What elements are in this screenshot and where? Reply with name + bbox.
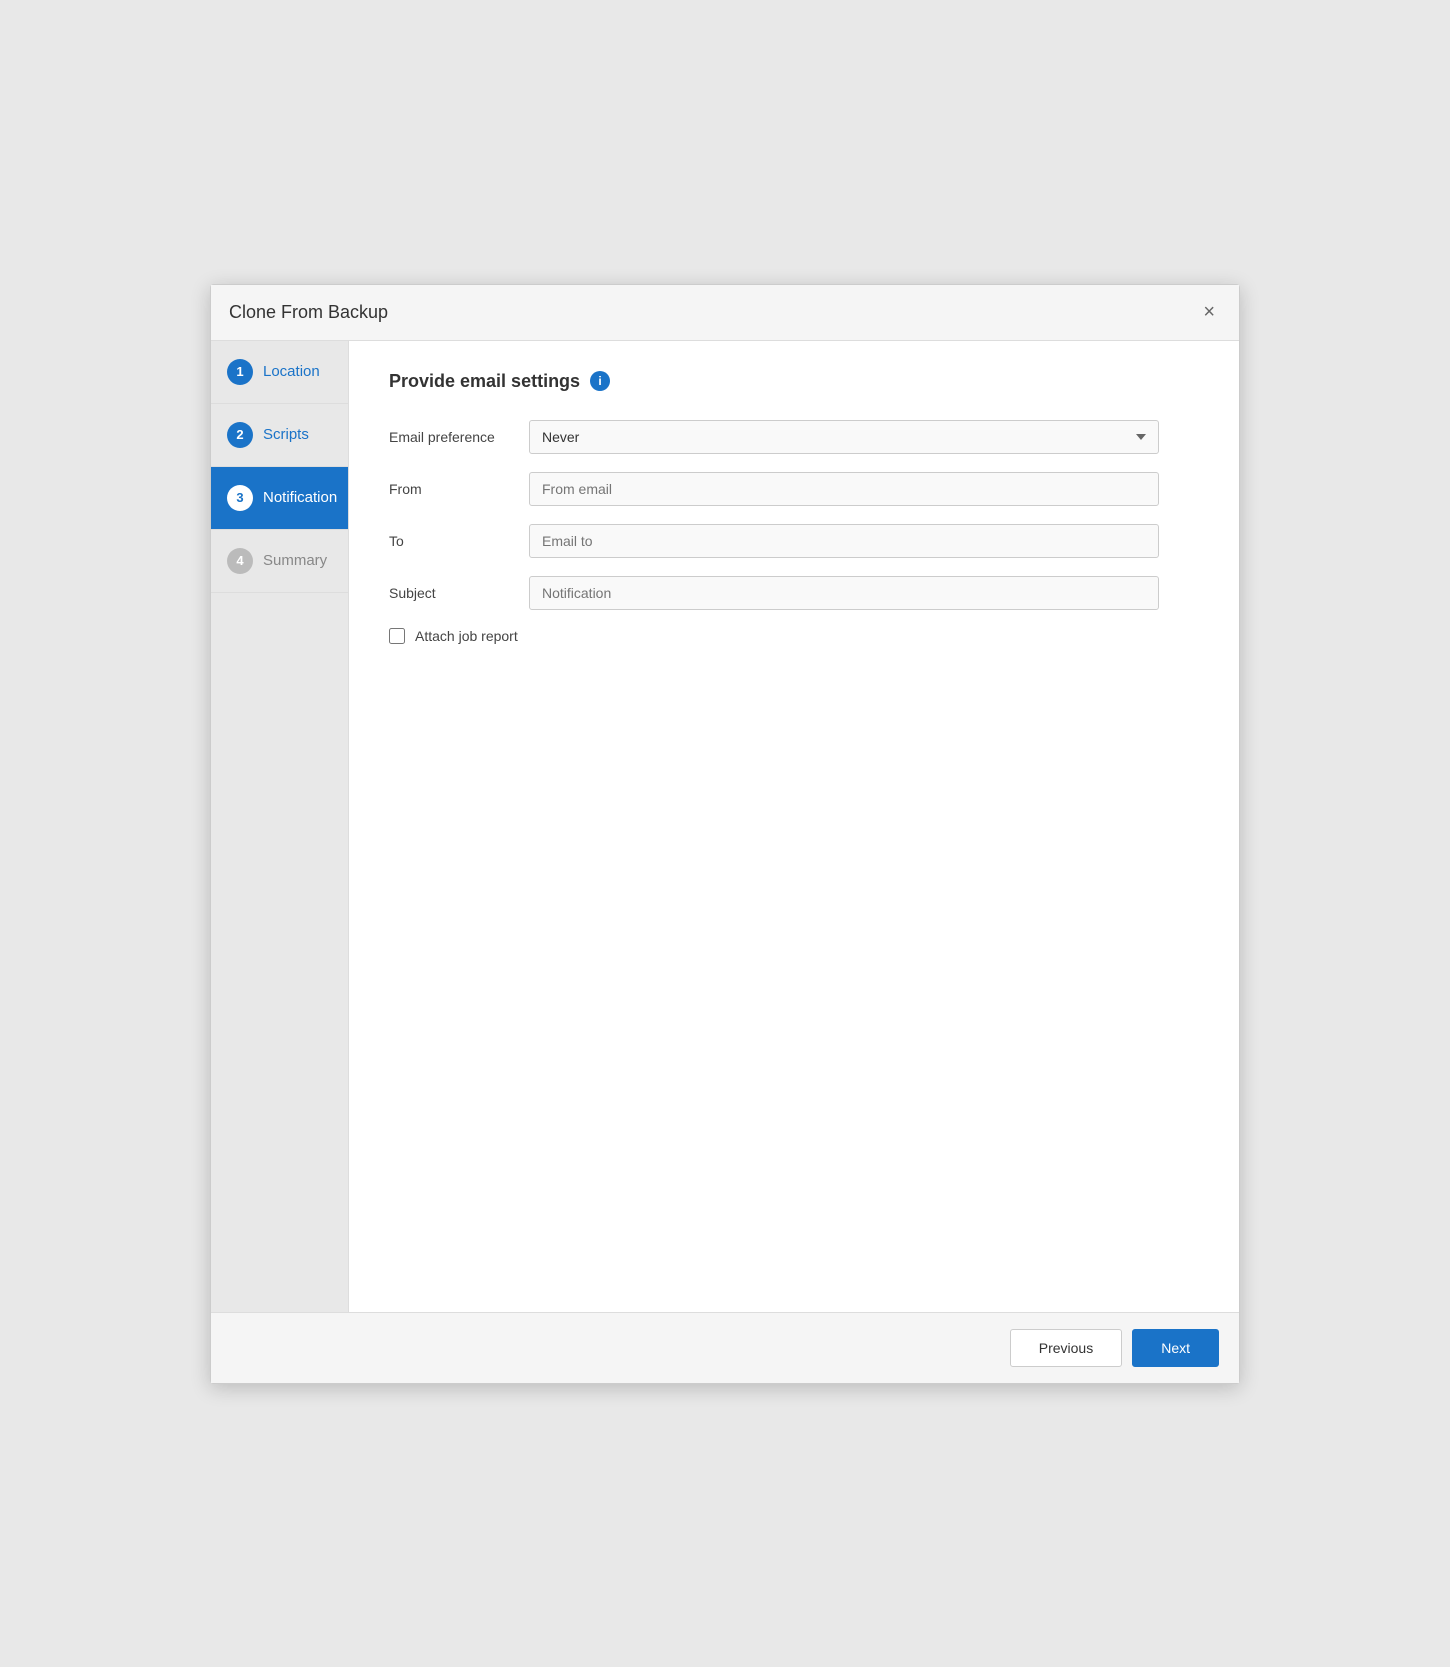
clone-from-backup-dialog: Clone From Backup × 1 Location 2 Scripts…: [210, 284, 1240, 1384]
subject-label: Subject: [389, 585, 529, 601]
from-input[interactable]: [529, 472, 1159, 506]
sidebar-item-summary[interactable]: 4 Summary: [211, 530, 348, 593]
sidebar-item-label-summary: Summary: [263, 552, 327, 569]
dialog-footer: Previous Next: [211, 1312, 1239, 1383]
section-title: Provide email settings i: [389, 371, 1199, 392]
subject-row: Subject: [389, 576, 1199, 610]
step-badge-4: 4: [227, 548, 253, 574]
sidebar-item-scripts[interactable]: 2 Scripts: [211, 404, 348, 467]
sidebar-item-label-notification: Notification: [263, 489, 337, 506]
from-label: From: [389, 481, 529, 497]
sidebar-item-label-scripts: Scripts: [263, 426, 309, 443]
close-button[interactable]: ×: [1197, 299, 1221, 326]
dialog-title: Clone From Backup: [229, 302, 388, 323]
sidebar: 1 Location 2 Scripts 3 Notification 4 Su…: [211, 341, 349, 1312]
attach-job-report-checkbox[interactable]: [389, 628, 405, 644]
sidebar-item-label-location: Location: [263, 363, 320, 380]
step-badge-2: 2: [227, 422, 253, 448]
previous-button[interactable]: Previous: [1010, 1329, 1122, 1367]
to-row: To: [389, 524, 1199, 558]
step-badge-1: 1: [227, 359, 253, 385]
to-input[interactable]: [529, 524, 1159, 558]
email-preference-label: Email preference: [389, 429, 529, 445]
info-icon[interactable]: i: [590, 371, 610, 391]
to-label: To: [389, 533, 529, 549]
attach-job-report-row: Attach job report: [389, 628, 1199, 644]
email-preference-row: Email preference Never Always On Failure…: [389, 420, 1199, 454]
from-row: From: [389, 472, 1199, 506]
sidebar-item-notification[interactable]: 3 Notification: [211, 467, 348, 530]
dialog-body: 1 Location 2 Scripts 3 Notification 4 Su…: [211, 341, 1239, 1312]
main-content: Provide email settings i Email preferenc…: [349, 341, 1239, 1312]
sidebar-item-location[interactable]: 1 Location: [211, 341, 348, 404]
dialog-header: Clone From Backup ×: [211, 285, 1239, 341]
step-badge-3: 3: [227, 485, 253, 511]
email-preference-select[interactable]: Never Always On Failure On Success: [529, 420, 1159, 454]
attach-job-report-label[interactable]: Attach job report: [415, 628, 518, 644]
subject-input[interactable]: [529, 576, 1159, 610]
next-button[interactable]: Next: [1132, 1329, 1219, 1367]
